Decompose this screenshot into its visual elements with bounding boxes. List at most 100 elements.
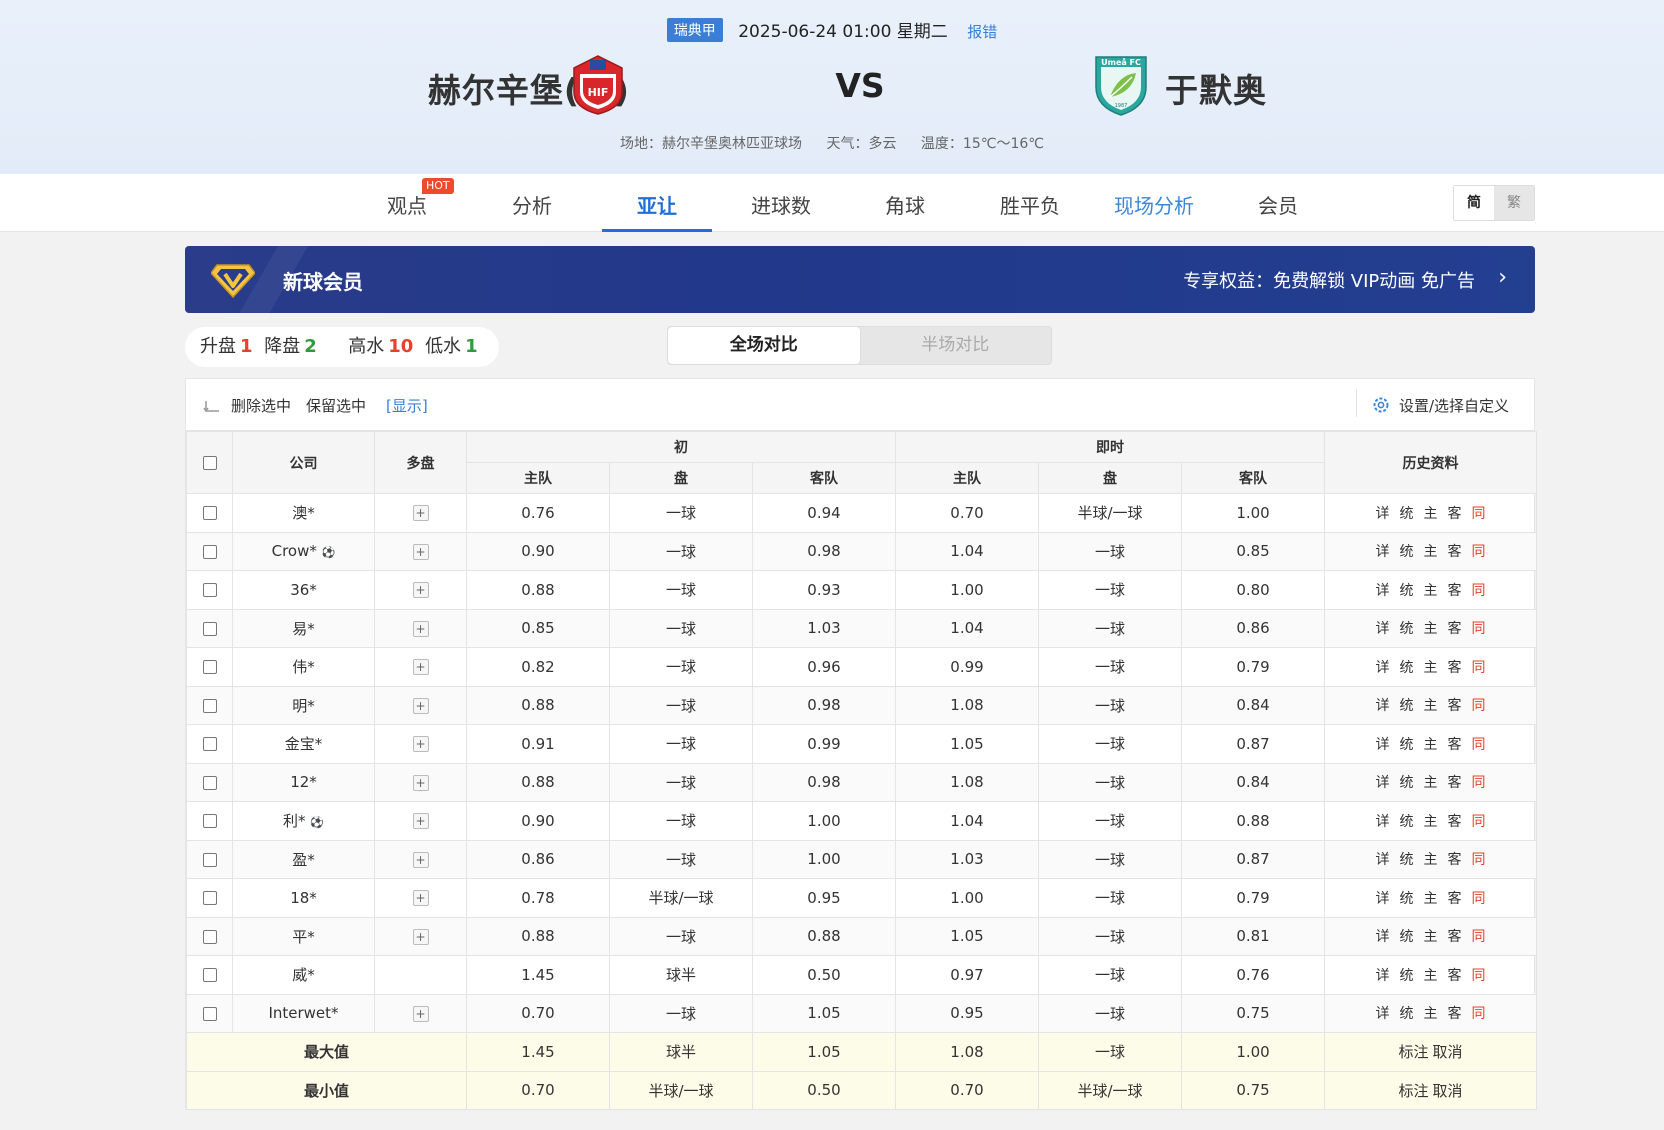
stats-link[interactable]: 统 <box>1400 506 1414 522</box>
stats-link[interactable]: 统 <box>1400 968 1414 984</box>
expand-plus-icon[interactable]: + <box>412 659 429 676</box>
same-link[interactable]: 同 <box>1472 621 1486 637</box>
detail-link[interactable]: 详 <box>1376 929 1390 945</box>
keep-selected-button[interactable]: 保留选中 <box>306 395 366 416</box>
expand-plus-icon[interactable]: + <box>412 543 429 560</box>
company-cell[interactable]: 金宝* <box>232 724 375 764</box>
company-cell[interactable]: 澳* <box>232 493 375 533</box>
away-link[interactable]: 客 <box>1448 506 1462 522</box>
same-link[interactable]: 同 <box>1472 544 1486 560</box>
detail-link[interactable]: 详 <box>1376 544 1390 560</box>
lang-traditional-button[interactable]: 繁 <box>1494 186 1534 220</box>
lang-simplified-button[interactable]: 简 <box>1454 186 1494 220</box>
row-checkbox[interactable] <box>202 506 217 521</box>
row-checkbox[interactable] <box>202 698 217 713</box>
row-checkbox[interactable] <box>202 737 217 752</box>
mark-link[interactable]: 标注 <box>1399 1082 1429 1100</box>
row-checkbox[interactable] <box>202 891 217 906</box>
expand-plus-icon[interactable]: + <box>412 582 429 599</box>
stats-link[interactable]: 统 <box>1400 737 1414 753</box>
tab-corners[interactable]: 角球 <box>850 190 960 232</box>
stats-link[interactable]: 统 <box>1400 583 1414 599</box>
tab-goals[interactable]: 进球数 <box>726 190 836 232</box>
same-link[interactable]: 同 <box>1472 506 1486 522</box>
home-link[interactable]: 主 <box>1424 968 1438 984</box>
same-link[interactable]: 同 <box>1472 698 1486 714</box>
tab-member[interactable]: 会员 <box>1223 190 1333 232</box>
cancel-link[interactable]: 取消 <box>1433 1082 1463 1100</box>
row-checkbox[interactable] <box>202 852 217 867</box>
tab-viewpoint[interactable]: 观点 <box>352 190 462 232</box>
away-link[interactable]: 客 <box>1448 544 1462 560</box>
away-link[interactable]: 客 <box>1448 1006 1462 1022</box>
select-all-checkbox[interactable] <box>202 455 217 470</box>
detail-link[interactable]: 详 <box>1376 852 1390 868</box>
away-link[interactable]: 客 <box>1448 929 1462 945</box>
report-link[interactable]: 报错 <box>967 23 997 41</box>
company-cell[interactable]: 明* <box>232 685 375 725</box>
detail-link[interactable]: 详 <box>1376 775 1390 791</box>
home-link[interactable]: 主 <box>1424 544 1438 560</box>
row-checkbox[interactable] <box>202 621 217 636</box>
company-cell[interactable]: 利* ⚽ <box>232 801 375 841</box>
home-link[interactable]: 主 <box>1424 1006 1438 1022</box>
away-link[interactable]: 客 <box>1448 737 1462 753</box>
stats-link[interactable]: 统 <box>1400 852 1414 868</box>
same-link[interactable]: 同 <box>1472 852 1486 868</box>
settings-button[interactable]: 设置/选择自定义 <box>1399 395 1509 416</box>
home-link[interactable]: 主 <box>1424 891 1438 907</box>
home-link[interactable]: 主 <box>1424 506 1438 522</box>
detail-link[interactable]: 详 <box>1376 506 1390 522</box>
home-link[interactable]: 主 <box>1424 737 1438 753</box>
expand-plus-icon[interactable]: + <box>412 928 429 945</box>
stats-link[interactable]: 统 <box>1400 621 1414 637</box>
away-link[interactable]: 客 <box>1448 621 1462 637</box>
cancel-link[interactable]: 取消 <box>1433 1043 1463 1061</box>
away-link[interactable]: 客 <box>1448 814 1462 830</box>
company-cell[interactable]: 伟* <box>232 647 375 687</box>
away-link[interactable]: 客 <box>1448 775 1462 791</box>
expand-plus-icon[interactable]: + <box>412 851 429 868</box>
tab-asian-handicap[interactable]: 亚让 <box>602 190 712 232</box>
detail-link[interactable]: 详 <box>1376 698 1390 714</box>
detail-link[interactable]: 详 <box>1376 968 1390 984</box>
same-link[interactable]: 同 <box>1472 1006 1486 1022</box>
detail-link[interactable]: 详 <box>1376 583 1390 599</box>
away-link[interactable]: 客 <box>1448 852 1462 868</box>
show-all-link[interactable]: [显示] <box>386 395 428 416</box>
away-link[interactable]: 客 <box>1448 968 1462 984</box>
tab-analysis[interactable]: 分析 <box>477 190 587 232</box>
same-link[interactable]: 同 <box>1472 814 1486 830</box>
home-link[interactable]: 主 <box>1424 814 1438 830</box>
company-cell[interactable]: 平* <box>232 916 375 956</box>
row-checkbox[interactable] <box>202 775 217 790</box>
stats-link[interactable]: 统 <box>1400 660 1414 676</box>
same-link[interactable]: 同 <box>1472 891 1486 907</box>
away-team-logo[interactable]: Umeå FC 1987 <box>1092 53 1150 117</box>
vip-banner[interactable]: 新球会员 专享权益：免费解锁 VIP动画 免广告 › <box>185 246 1535 313</box>
company-cell[interactable]: 盈* <box>232 839 375 879</box>
detail-link[interactable]: 详 <box>1376 737 1390 753</box>
row-checkbox[interactable] <box>202 814 217 829</box>
company-cell[interactable]: Crow* ⚽ <box>232 531 375 571</box>
tab-1x2[interactable]: 胜平负 <box>975 190 1085 232</box>
company-cell[interactable]: Interwet* <box>232 993 375 1033</box>
detail-link[interactable]: 详 <box>1376 660 1390 676</box>
company-cell[interactable]: 36* <box>232 570 375 610</box>
away-link[interactable]: 客 <box>1448 891 1462 907</box>
expand-plus-icon[interactable]: + <box>412 697 429 714</box>
expand-plus-icon[interactable]: + <box>412 505 429 522</box>
delete-selected-button[interactable]: 删除选中 <box>231 395 291 416</box>
home-team-logo[interactable]: HIF <box>568 54 628 116</box>
company-cell[interactable]: 威* <box>232 955 375 995</box>
home-link[interactable]: 主 <box>1424 775 1438 791</box>
detail-link[interactable]: 详 <box>1376 621 1390 637</box>
home-link[interactable]: 主 <box>1424 660 1438 676</box>
home-link[interactable]: 主 <box>1424 929 1438 945</box>
full-match-tab[interactable]: 全场对比 <box>668 327 860 364</box>
same-link[interactable]: 同 <box>1472 660 1486 676</box>
stats-link[interactable]: 统 <box>1400 698 1414 714</box>
home-link[interactable]: 主 <box>1424 583 1438 599</box>
expand-plus-icon[interactable]: + <box>412 1005 429 1022</box>
same-link[interactable]: 同 <box>1472 968 1486 984</box>
